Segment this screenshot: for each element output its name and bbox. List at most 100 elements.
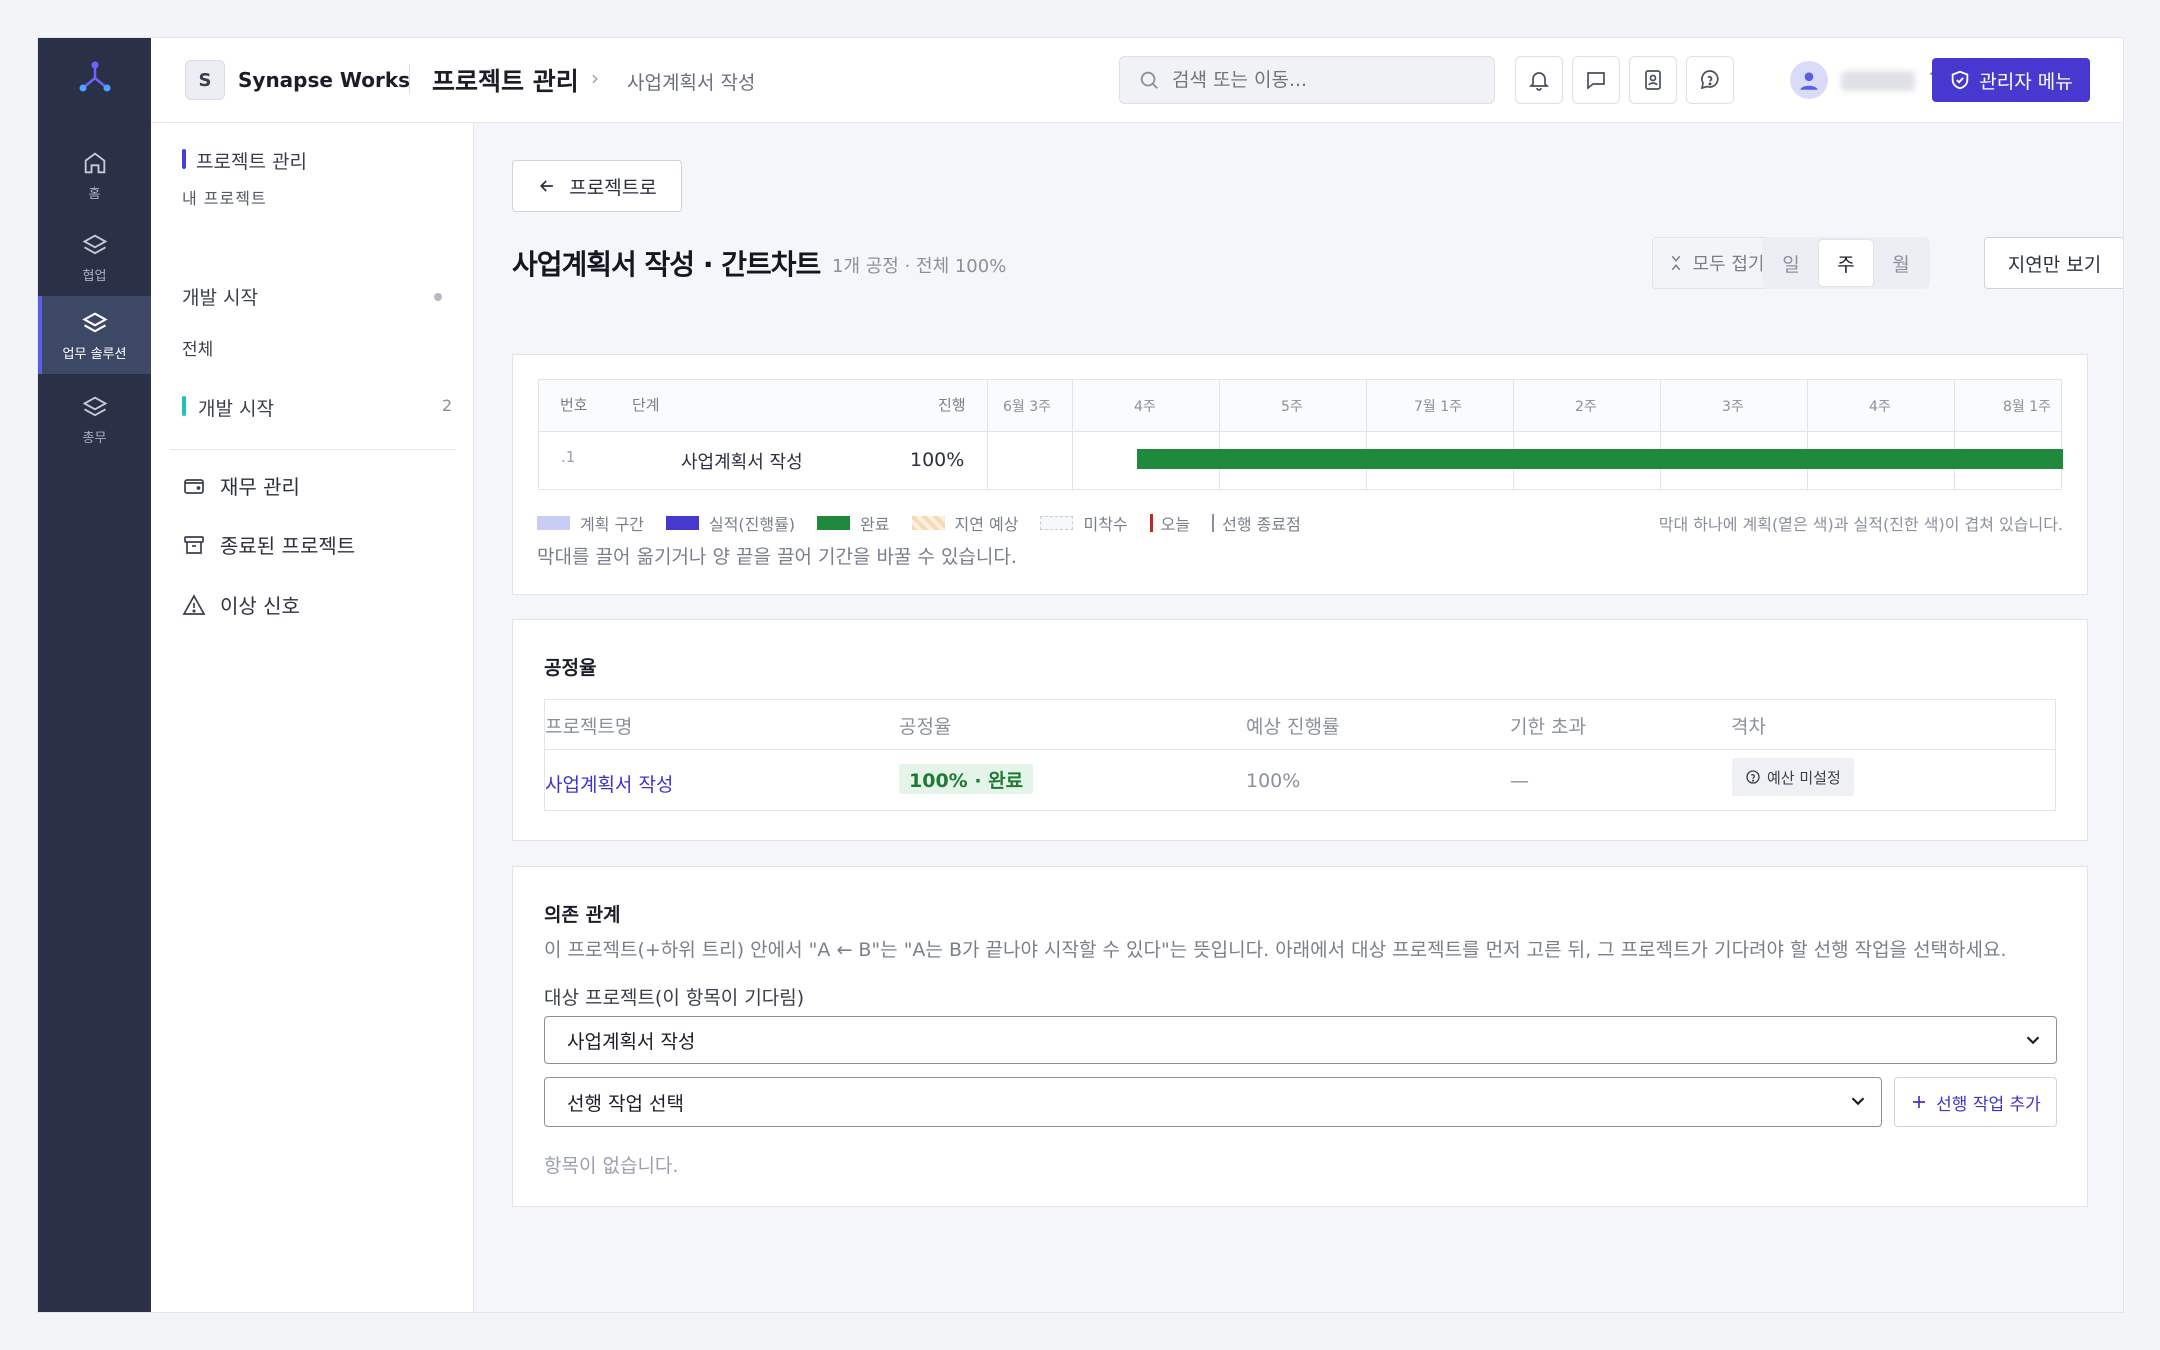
table-header: 프로젝트명 (545, 716, 633, 738)
collapse-icon (1671, 255, 1680, 271)
help-chat-icon (1700, 70, 1719, 90)
user-icon (1800, 72, 1818, 90)
status-dot (434, 293, 442, 301)
search-icon (1140, 71, 1158, 89)
status-badge: 100% · 완료 (899, 764, 1034, 794)
gantt-legend: 계획 구간 실적(진행률) 완료 지연 예상 미착수 오늘 선행 종료점 (537, 511, 1323, 535)
contacts-button[interactable] (1629, 56, 1677, 104)
sidebar-item-label: 이상 신호 (220, 594, 300, 618)
app-logo-icon[interactable] (38, 58, 151, 98)
help-button[interactable] (1686, 56, 1734, 104)
gantt-week-label: 7월 1주 (1414, 399, 1463, 415)
gantt-divider (1366, 380, 1367, 491)
legend-label: 실적(진행률) (708, 515, 796, 534)
gantt-week-label: 6월 3주 (1003, 399, 1052, 415)
rail-item-general-affairs[interactable]: 총무 (38, 380, 151, 458)
view-mode-day[interactable]: 일 (1764, 239, 1818, 287)
admin-menu-button[interactable]: 관리자 메뉴 (1932, 58, 2090, 102)
project-name-link[interactable]: 사업계획서 작성 (545, 770, 673, 797)
sidebar-group-label: 개발 시작 (198, 398, 274, 420)
legend-label: 미착수 (1083, 515, 1128, 534)
rail-item-label: 협업 (82, 268, 107, 284)
gantt-col-stage: 단계 (632, 396, 660, 414)
gantt-divider (1513, 380, 1514, 491)
rail-item-label: 업무 솔루션 (62, 346, 127, 362)
sidebar-item-dev-start[interactable]: 개발 시작 (182, 283, 452, 310)
rail-item-home[interactable]: 홈 (38, 136, 151, 214)
table-divider (545, 749, 2055, 750)
search-box[interactable] (1119, 56, 1495, 104)
shield-icon (1952, 70, 1969, 90)
legend-label: 완료 (860, 515, 890, 534)
target-project-value: 사업계획서 작성 (567, 1030, 696, 1053)
gantt-row-stage[interactable]: 사업계획서 작성 (681, 448, 803, 474)
sidebar-item-finance[interactable]: 재무 관리 (182, 471, 300, 500)
home-icon (84, 152, 105, 173)
gantt-card: 번호 단계 진행 6월 3주 4주 5주 7월 1주 2주 3주 4주 8월 1… (512, 354, 2088, 595)
gantt-row-progress: 100% (910, 449, 965, 471)
gantt-week-label: 5주 (1281, 399, 1303, 415)
predecessor-value: 선행 작업 선택 (567, 1092, 684, 1115)
avatar[interactable] (1790, 61, 1828, 99)
add-predecessor-button[interactable]: 선행 작업 추가 (1894, 1077, 2057, 1127)
top-bar: S Synapse Works 프로젝트 관리 › 사업계획서 작성 검색 또는… (151, 38, 2123, 123)
progress-table: 프로젝트명 공정율 예상 진행률 기한 초과 격차 사업계획서 작성 100% … (544, 699, 2056, 811)
gantt-divider (1072, 380, 1073, 491)
back-to-projects-button[interactable]: 프로젝트로 (512, 160, 682, 212)
sidebar-item-anomaly[interactable]: 이상 신호 (182, 590, 300, 619)
rail-item-work-solution[interactable]: 업무 솔루션 (38, 296, 151, 374)
view-mode-month[interactable]: 월 (1874, 239, 1928, 287)
legend-line (1149, 514, 1153, 532)
predecessor-select[interactable]: 선행 작업 선택 (544, 1077, 1882, 1127)
gantt-bar-complete[interactable] (1137, 449, 2063, 469)
budget-unset-chip[interactable]: 예산 미설정 (1732, 758, 1854, 796)
sidebar-subheader: 내 프로젝트 (182, 189, 267, 208)
page-meta: 1개 공정 · 전체 100% (832, 256, 1007, 277)
layers-icon (82, 234, 107, 254)
chevron-down-icon (1851, 1097, 1865, 1106)
contact-book-icon (1645, 70, 1661, 90)
wallet-icon (184, 478, 204, 494)
breadcrumb-current: 사업계획서 작성 (627, 72, 756, 94)
gantt-col-progress: 진행 (938, 396, 966, 414)
sidebar-group-dev-start[interactable]: 개발 시작 2 (182, 394, 452, 421)
chevron-down-icon (2026, 1036, 2040, 1045)
view-mode-toggle: 일 주 월 (1762, 237, 1930, 289)
target-project-label: 대상 프로젝트(이 항목이 기다림) (544, 987, 805, 1009)
target-project-select[interactable]: 사업계획서 작성 (544, 1016, 2057, 1064)
notifications-button[interactable] (1515, 56, 1563, 104)
empty-state: 항목이 없습니다. (544, 1155, 679, 1177)
sidebar-header[interactable]: 프로젝트 관리 (182, 147, 307, 174)
overdue-value: — (1510, 770, 1529, 792)
bell-icon (1528, 72, 1550, 91)
dependency-title: 의존 관계 (544, 904, 621, 926)
legend-swatch (911, 516, 945, 530)
messages-button[interactable] (1572, 56, 1620, 104)
gantt-help-text: 막대를 끌어 옮기거나 양 끝을 끌어 기간을 바꿀 수 있습니다. (537, 546, 1017, 568)
gantt-week-label: 2주 (1575, 399, 1597, 415)
search-input[interactable] (1172, 69, 1472, 91)
legend-swatch (1040, 516, 1074, 530)
sidebar-item-label: 전체 (182, 340, 214, 360)
delay-only-button[interactable]: 지연만 보기 (1984, 237, 2123, 289)
sidebar-item-closed-projects[interactable]: 종료된 프로젝트 (182, 530, 355, 559)
workspace-name[interactable]: Synapse Works (238, 68, 410, 92)
rail-item-collab[interactable]: 협업 (38, 218, 151, 296)
question-circle-icon (1746, 770, 1760, 784)
collapse-all-button[interactable]: 모두 접기 (1652, 237, 1779, 289)
user-name-blurred[interactable] (1841, 71, 1915, 91)
gantt-week-label: 4주 (1134, 399, 1156, 415)
sidebar: 프로젝트 관리 내 프로젝트 개발 시작 전체 개발 시작 2 재무 관리 종료… (151, 123, 474, 1312)
legend-line (1212, 514, 1215, 532)
legend-item: 오늘 (1149, 511, 1190, 535)
view-mode-week[interactable]: 주 (1818, 239, 1874, 287)
gantt-col-num: 번호 (560, 396, 588, 414)
rail-item-label: 총무 (82, 430, 107, 446)
archive-icon (184, 535, 204, 554)
sidebar-group-count: 2 (441, 396, 452, 415)
workspace-badge[interactable]: S (185, 60, 225, 100)
plus-icon (1913, 1096, 1926, 1108)
section-title[interactable]: 프로젝트 관리 (432, 62, 579, 98)
progress-section-title: 공정율 (544, 657, 597, 679)
sidebar-item-all[interactable]: 전체 (182, 335, 452, 360)
